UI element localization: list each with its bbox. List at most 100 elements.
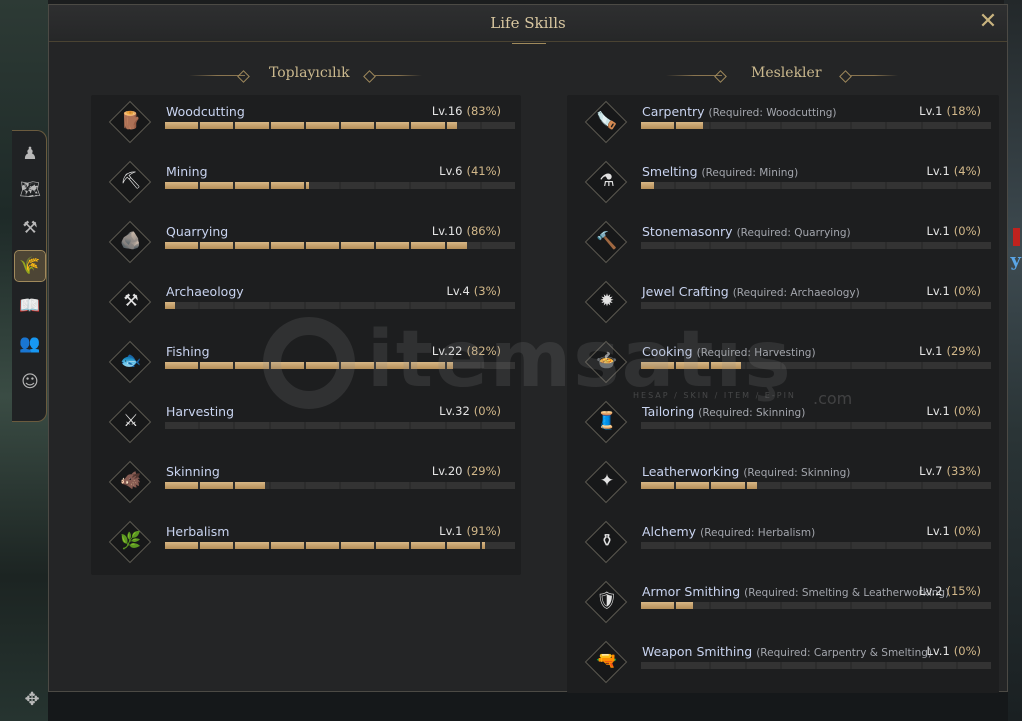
progress-bar xyxy=(641,602,992,609)
side-tab-0[interactable]: ♟ xyxy=(15,139,45,169)
skill-row[interactable]: 🪚 Carpentry (Required: Woodcutting) Lv.1 (18… xyxy=(583,97,992,157)
skill-row[interactable]: ⚗ Smelting (Required: Mining) Lv.1 (4%) xyxy=(583,157,992,217)
progress-segment xyxy=(235,182,269,189)
progress-segment xyxy=(852,662,886,669)
progress-fill xyxy=(200,242,234,249)
progress-segment xyxy=(411,482,445,489)
skill-row[interactable]: ✹ Jewel Crafting (Required: Archaeology) Lv… xyxy=(583,277,992,337)
progress-segment xyxy=(852,542,886,549)
skill-row[interactable]: 🧵 Tailoring (Required: Skinning) Lv.1 (0%) xyxy=(583,397,992,457)
side-tab-bar: ♟ 🗺 ⚒ 🌾 📖 👥 ☺ xyxy=(12,130,47,422)
progress-segment xyxy=(641,242,675,249)
skill-name: Armor Smithing (Required: Smelting & Leat… xyxy=(642,584,949,599)
progress-segment xyxy=(481,182,516,189)
log-icon: 🪵 xyxy=(120,111,142,131)
skill-level: Lv.1 (0%) xyxy=(926,644,981,658)
level-percent: (91%) xyxy=(466,524,501,538)
side-tab-1[interactable]: 🗺 xyxy=(15,175,45,205)
professions-panel: 🪚 Carpentry (Required: Woodcutting) Lv.1 (18… xyxy=(567,95,999,693)
progress-segment xyxy=(200,542,234,549)
progress-bar xyxy=(641,542,992,549)
skill-row[interactable]: 🔫 Weapon Smithing (Required: Carpentry & S… xyxy=(583,637,992,697)
progress-segment xyxy=(781,422,816,429)
skill-row[interactable]: 🛡 Armor Smithing (Required: Smelting & Lea… xyxy=(583,577,992,637)
progress-fill xyxy=(676,362,710,369)
progress-segment xyxy=(376,182,410,189)
progress-fill xyxy=(411,122,445,129)
progress-segment xyxy=(852,362,886,369)
titlebar[interactable]: Life Skills ✕ xyxy=(49,5,1007,44)
progress-segment xyxy=(376,362,410,369)
skill-row[interactable]: ⚔ Harvesting Lv.32 (0%) xyxy=(107,397,516,457)
side-tab-2[interactable]: ⚒ xyxy=(15,213,45,243)
progress-segment xyxy=(446,482,480,489)
skill-row[interactable]: 🪨 Quarrying Lv.10 (86%) xyxy=(107,217,516,277)
skill-label: Skinning xyxy=(166,464,220,479)
map-icon: 🗺 xyxy=(19,180,41,200)
progress-segment xyxy=(711,302,745,309)
skill-label: Cooking xyxy=(642,344,693,359)
skill-label: Smelting xyxy=(642,164,698,179)
level-value: Lv.2 xyxy=(919,584,943,598)
skill-row[interactable]: 🍲 Cooking (Required: Harvesting) Lv.1 (29%) xyxy=(583,337,992,397)
progress-segment xyxy=(676,302,710,309)
skill-name: Fishing xyxy=(166,344,210,359)
skill-row[interactable]: 🪵 Woodcutting Lv.16 (83%) xyxy=(107,97,516,157)
skill-row[interactable]: 🌿 Herbalism Lv.1 (91%) xyxy=(107,517,516,577)
skill-row[interactable]: ✦ Leatherworking (Required: Skinning) Lv.7(… xyxy=(583,457,992,517)
progress-segment xyxy=(676,482,710,489)
progress-fill xyxy=(235,542,269,549)
progress-segment xyxy=(341,302,375,309)
window-title: Life Skills xyxy=(490,14,566,32)
skill-row[interactable]: ⚱ Alchemy (Required: Herbalism) Lv.1 (0%) xyxy=(583,517,992,577)
move-handle-icon[interactable]: ✥ xyxy=(18,686,46,712)
progress-segment xyxy=(746,542,780,549)
side-tab-3[interactable]: 🌾 xyxy=(14,250,46,282)
skill-level: Lv.20 (29%) xyxy=(432,464,501,478)
level-percent: (0%) xyxy=(953,644,981,658)
skill-row[interactable]: 🐟 Fishing Lv.22 (82%) xyxy=(107,337,516,397)
progress-fill xyxy=(235,242,269,249)
progress-fill xyxy=(305,122,340,129)
progress-fill xyxy=(446,122,457,129)
skill-row[interactable]: 🐗 Skinning Lv.20 (29%) xyxy=(107,457,516,517)
progress-segment xyxy=(781,302,816,309)
progress-bar xyxy=(165,182,516,189)
progress-fill xyxy=(376,122,410,129)
progress-fill xyxy=(641,482,675,489)
progress-segment xyxy=(852,422,886,429)
side-tab-4[interactable]: 📖 xyxy=(15,291,45,321)
progress-segment xyxy=(746,602,780,609)
progress-segment xyxy=(781,242,816,249)
skill-name: Mining xyxy=(166,164,208,179)
skill-name: Leatherworking (Required: Skinning) xyxy=(642,464,850,479)
progress-fill xyxy=(411,542,445,549)
side-tab-6[interactable]: ☺ xyxy=(15,367,45,397)
skill-level: Lv.16 (83%) xyxy=(432,104,501,118)
level-value: Lv.22 xyxy=(431,344,463,358)
progress-segment xyxy=(781,482,816,489)
skill-name: Skinning xyxy=(166,464,220,479)
level-percent: (83%) xyxy=(466,104,501,118)
skill-name: Herbalism xyxy=(166,524,229,539)
level-percent: (3%) xyxy=(473,284,501,298)
level-value: Lv.1 xyxy=(926,224,950,238)
skill-row[interactable]: ⚒ Archaeology Lv.4 (3%) xyxy=(107,277,516,337)
progress-segment xyxy=(922,662,956,669)
progress-segment xyxy=(781,362,816,369)
skill-label: Leatherworking xyxy=(642,464,740,479)
progress-fill xyxy=(411,362,445,369)
progress-segment xyxy=(411,182,445,189)
progress-fill xyxy=(711,482,745,489)
level-percent: (82%) xyxy=(466,344,501,358)
side-tab-5[interactable]: 👥 xyxy=(15,329,45,359)
skill-row[interactable]: ⛏ Mining Lv.6 (41%) xyxy=(107,157,516,217)
close-icon[interactable]: ✕ xyxy=(976,10,1000,34)
progress-segment xyxy=(165,182,199,189)
progress-segment xyxy=(746,662,780,669)
skill-row[interactable]: 🔨 Stonemasonry (Required: Quarrying) Lv.1 (0… xyxy=(583,217,992,277)
progress-segment xyxy=(165,242,199,249)
progress-fill xyxy=(165,362,199,369)
progress-segment xyxy=(641,362,675,369)
progress-bar xyxy=(641,182,992,189)
